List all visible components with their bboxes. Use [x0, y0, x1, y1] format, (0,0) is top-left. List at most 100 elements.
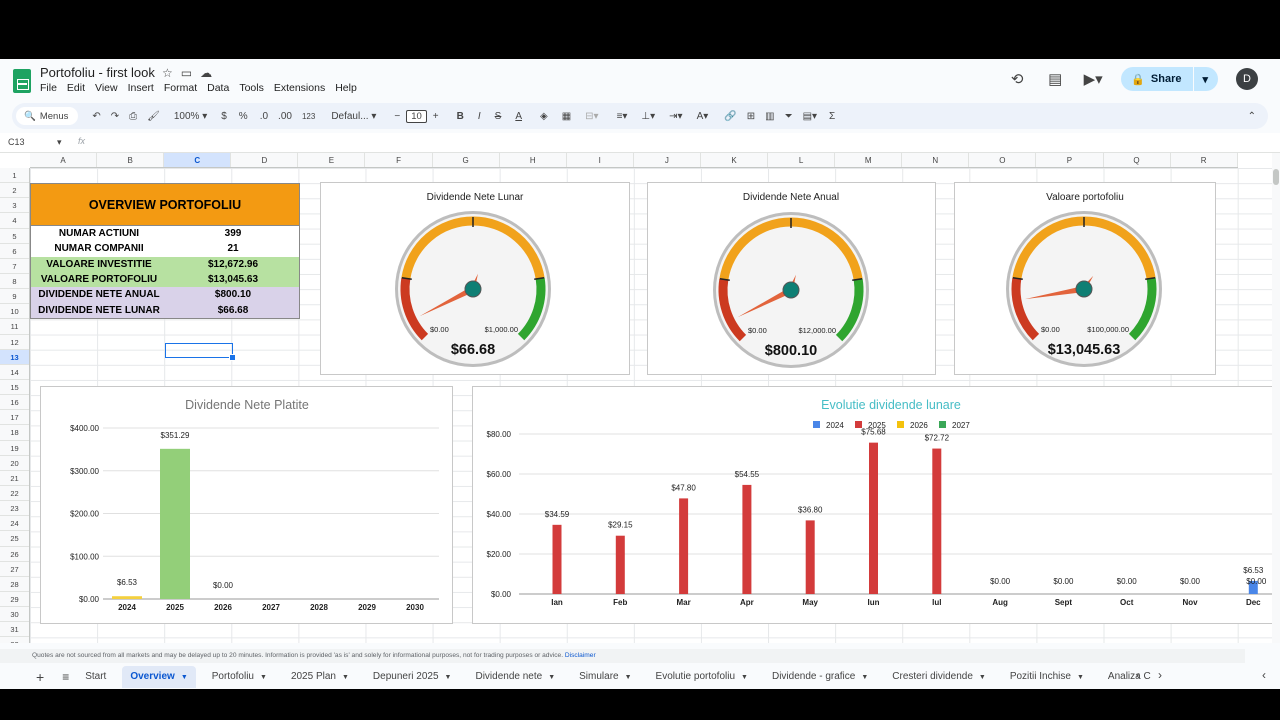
table-row[interactable]: NUMAR ACTIUNI 399	[31, 226, 299, 242]
column-header[interactable]: A	[30, 153, 98, 167]
row-header[interactable]: 19	[0, 441, 29, 456]
chart-card-dividends-paid[interactable]: Dividende Nete Platite $0.00 $100.00 $200.…	[40, 386, 453, 624]
menu-help[interactable]: Help	[335, 82, 357, 94]
row-header[interactable]: 30	[0, 607, 29, 623]
redo-icon[interactable]: ↷	[111, 111, 119, 122]
table-row[interactable]: NUMAR COMPANII 21	[31, 241, 299, 257]
selected-cell[interactable]	[165, 343, 236, 361]
add-sheet-icon[interactable]: +	[36, 669, 44, 685]
sheet-tab[interactable]: 2025 Plan ▼	[283, 666, 357, 688]
side-panel-toggle-icon[interactable]: ‹	[1262, 668, 1266, 682]
vertical-scrollbar[interactable]	[1272, 153, 1280, 643]
row-header[interactable]: 6	[0, 244, 29, 259]
text-color-icon[interactable]: A	[515, 111, 522, 122]
star-icon[interactable]: ☆	[162, 66, 181, 80]
comments-icon[interactable]: ▤	[1045, 70, 1065, 88]
column-header[interactable]: J	[634, 153, 701, 167]
row-header[interactable]: 29	[0, 592, 29, 608]
sheet-tab-menu-icon[interactable]: ▼	[548, 674, 555, 681]
sheet-tab-menu-icon[interactable]: ▼	[861, 674, 868, 681]
row-header[interactable]: 16	[0, 395, 29, 411]
sheet-tab[interactable]: Pozitii Inchise ▼	[1002, 666, 1092, 688]
font-select[interactable]: Defaul... ▾	[331, 111, 376, 122]
avatar[interactable]: D	[1236, 68, 1258, 90]
bar[interactable]	[742, 484, 752, 594]
menu-data[interactable]: Data	[207, 82, 229, 94]
row-header[interactable]: 25	[0, 531, 29, 547]
row-header[interactable]: 18	[0, 425, 29, 441]
gauge-card-monthly[interactable]: Dividende Nete Lunar $0.00 $1,000.00 $66.6…	[320, 182, 630, 375]
row-header[interactable]: 1	[0, 168, 29, 184]
menu-tools[interactable]: Tools	[239, 82, 264, 94]
insert-chart-icon[interactable]: ▥	[765, 111, 774, 122]
sheet-tab-menu-icon[interactable]: ▼	[741, 674, 748, 681]
sheet-scroll-arrows-icon[interactable]: ‹›	[1136, 668, 1180, 682]
row-header[interactable]: 28	[0, 577, 29, 592]
table-row[interactable]: VALOARE INVESTITIE $12,672.96	[31, 256, 299, 272]
strikethrough-icon[interactable]: S	[495, 111, 502, 122]
text-wrap-icon[interactable]: ⇥▾	[669, 111, 682, 122]
column-header[interactable]: K	[701, 153, 769, 167]
filter-views-icon[interactable]: ▤▾	[803, 111, 817, 122]
column-header[interactable]: C	[164, 153, 232, 167]
print-icon[interactable]: ⎙	[129, 111, 137, 122]
gauge-card-portfolio[interactable]: Valoare portofoliu $0.00 $100,000.00 $13,0…	[954, 182, 1216, 375]
merge-cells-icon[interactable]: ⊟▾	[585, 111, 598, 122]
row-header[interactable]: 22	[0, 486, 29, 502]
bar[interactable]	[679, 498, 689, 594]
row-header[interactable]: 17	[0, 410, 29, 426]
sheet-tab[interactable]: Portofoliu ▼	[204, 666, 275, 688]
row-header[interactable]: 21	[0, 471, 29, 486]
menu-insert[interactable]: Insert	[128, 82, 154, 94]
bar[interactable]	[552, 524, 562, 594]
percent-button[interactable]: %	[239, 111, 248, 122]
overview-title[interactable]: OVERVIEW PORTOFOLIU	[31, 184, 299, 226]
table-row[interactable]: DIVIDENDE NETE ANUAL $800.10	[31, 287, 299, 303]
collapse-toolbar-icon[interactable]: ⌃	[1248, 111, 1256, 122]
row-header[interactable]: 5	[0, 229, 29, 244]
column-header[interactable]: N	[902, 153, 970, 167]
row-header[interactable]: 27	[0, 562, 29, 577]
row-header[interactable]: 7	[0, 259, 29, 274]
menu-edit[interactable]: Edit	[67, 82, 85, 94]
sheet-tab-menu-icon[interactable]: ▼	[181, 674, 188, 681]
fill-color-icon[interactable]: ◈	[540, 111, 548, 122]
sheet-tab[interactable]: Simulare ▼	[571, 666, 639, 688]
menu-format[interactable]: Format	[164, 82, 197, 94]
column-header[interactable]: D	[231, 153, 299, 167]
bar[interactable]	[805, 520, 815, 594]
row-header[interactable]: 2	[0, 183, 29, 199]
legend-label[interactable]: 2027	[952, 421, 970, 430]
sheet-tab[interactable]: Overview ▼	[122, 665, 196, 688]
decrease-decimal-button[interactable]: .0	[260, 111, 268, 122]
row-header[interactable]: 12	[0, 335, 29, 350]
bar[interactable]	[869, 442, 878, 594]
column-header[interactable]: R	[1171, 153, 1238, 167]
menu-file[interactable]: File	[40, 82, 57, 94]
insert-link-icon[interactable]: 🔗	[724, 111, 736, 122]
scroll-thumb[interactable]	[1273, 169, 1279, 185]
row-header[interactable]: 11	[0, 319, 29, 335]
row-header[interactable]: 4	[0, 213, 29, 229]
row-header[interactable]: 23	[0, 501, 29, 517]
undo-icon[interactable]: ↶	[92, 111, 100, 122]
insert-comment-icon[interactable]: ⊞	[747, 111, 755, 122]
column-header[interactable]: P	[1036, 153, 1104, 167]
column-header[interactable]: H	[500, 153, 567, 167]
horizontal-align-icon[interactable]: ≡▾	[617, 111, 628, 122]
column-header[interactable]: I	[567, 153, 634, 167]
row-header[interactable]: 14	[0, 365, 29, 380]
version-history-icon[interactable]: ⟲	[1007, 70, 1027, 88]
column-header[interactable]: O	[969, 153, 1037, 167]
column-header[interactable]: M	[835, 153, 903, 167]
cloud-status-icon[interactable]: ☁	[200, 66, 220, 80]
column-header[interactable]: G	[433, 153, 500, 167]
move-folder-icon[interactable]: ▭	[181, 66, 200, 80]
chart-card-monthly-evolution[interactable]: Evolutie dividende lunare 2024 2025 2026 20…	[472, 386, 1272, 624]
sheet-tab-menu-icon[interactable]: ▼	[625, 674, 632, 681]
table-row[interactable]: DIVIDENDE NETE LUNAR $66.68	[31, 302, 299, 318]
font-size-increase-icon[interactable]: +	[433, 111, 439, 122]
row-header[interactable]: 9	[0, 289, 29, 305]
share-button[interactable]: 🔒 Share ▾	[1121, 67, 1218, 91]
filter-icon[interactable]: ⏷	[785, 111, 793, 122]
